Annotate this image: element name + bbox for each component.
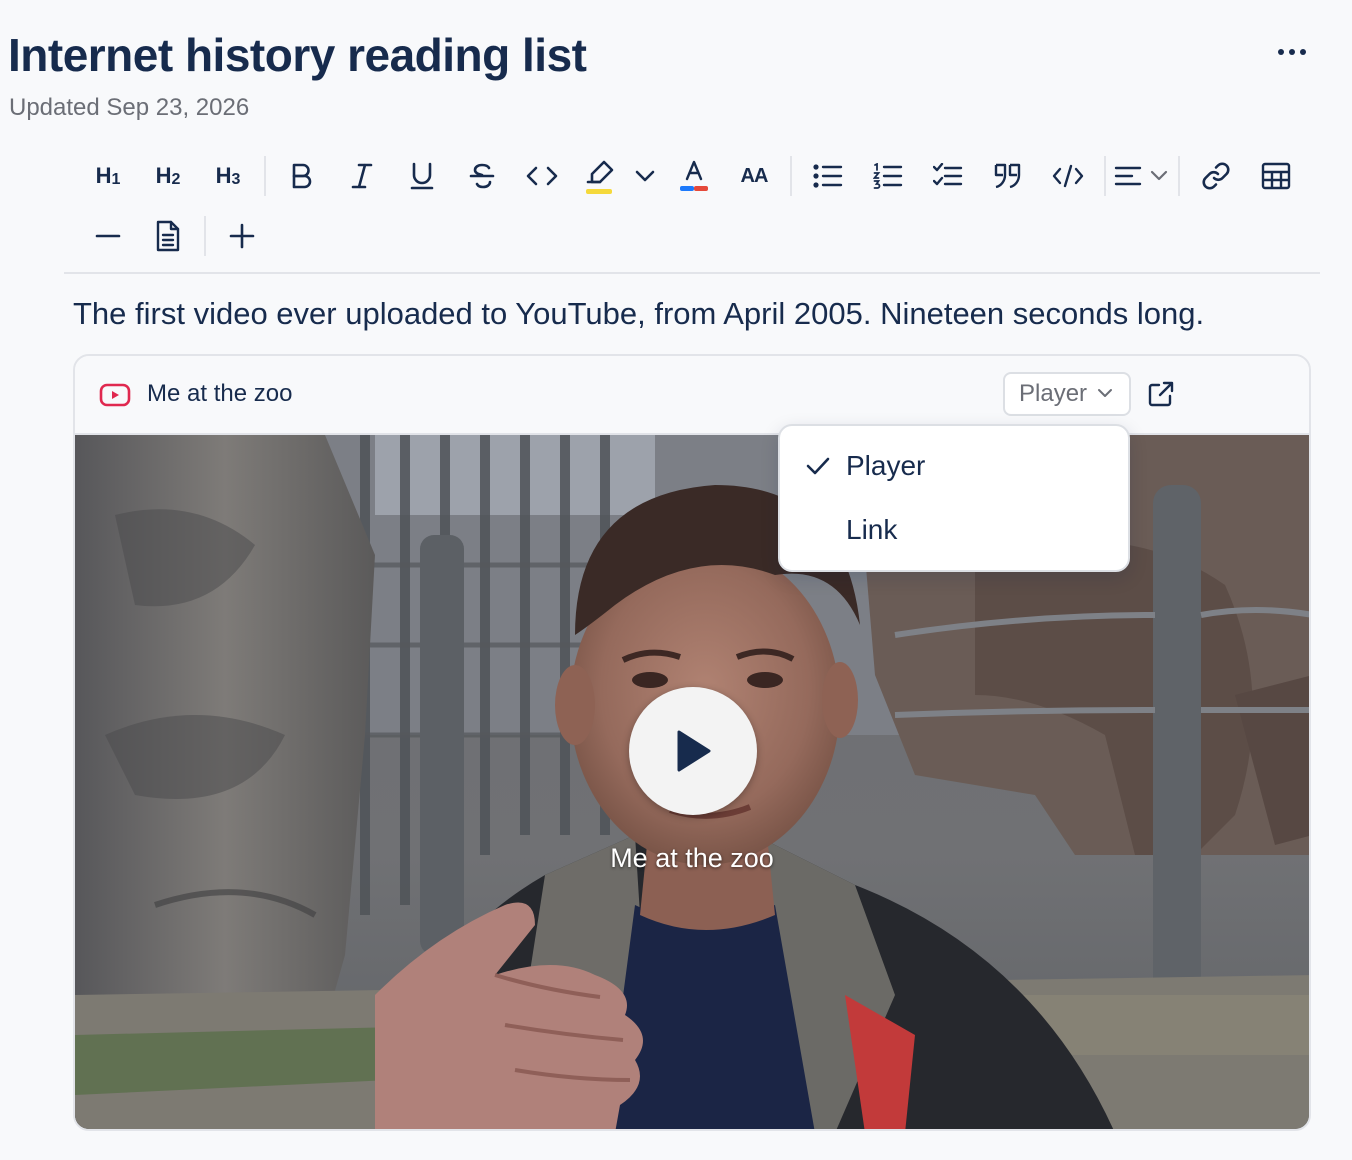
play-button[interactable] xyxy=(629,687,757,815)
text-color-icon xyxy=(680,160,708,191)
document-icon xyxy=(156,220,180,252)
align-left-icon xyxy=(1114,166,1142,186)
task-list-button[interactable] xyxy=(924,152,972,200)
display-mode-value: Player xyxy=(1019,380,1088,407)
minus-icon xyxy=(95,234,121,238)
plus-icon xyxy=(229,223,255,249)
toolbar-divider xyxy=(264,156,266,196)
text-color-button[interactable] xyxy=(670,152,718,200)
heading-1-button[interactable]: H1 xyxy=(84,152,132,200)
video-title-overlay: Me at the zoo xyxy=(610,843,774,873)
editor-toolbar: H1 H2 H3 AA xyxy=(64,146,1320,274)
page-updated-date: Updated Sep 23, 2026 xyxy=(9,94,250,121)
menu-option-label: Link xyxy=(846,514,898,545)
table-icon xyxy=(1261,162,1291,190)
toolbar-divider xyxy=(204,216,206,256)
chevron-down-icon xyxy=(1098,389,1112,397)
text-size-icon: AA xyxy=(740,164,769,187)
heading-3-letter: H xyxy=(215,163,232,188)
horizontal-rule-button[interactable] xyxy=(84,212,132,260)
text-align-dropdown[interactable] xyxy=(1108,152,1174,200)
italic-icon xyxy=(351,163,373,189)
toolbar-divider xyxy=(790,156,792,196)
strikethrough-button[interactable] xyxy=(458,152,506,200)
bold-icon xyxy=(292,163,312,189)
youtube-icon xyxy=(99,383,131,407)
check-icon xyxy=(806,457,830,475)
toolbar-divider xyxy=(1178,156,1180,196)
strikethrough-icon xyxy=(469,163,495,189)
more-horizontal-icon xyxy=(1278,49,1306,55)
embed-header: Me at the zoo Player xyxy=(75,356,1309,435)
numbered-list-button[interactable] xyxy=(864,152,912,200)
menu-option-link[interactable]: Link xyxy=(780,504,1128,560)
play-icon xyxy=(677,730,711,772)
heading-2-number: 2 xyxy=(171,171,181,188)
quote-icon xyxy=(994,163,1021,189)
numbered-list-icon xyxy=(873,163,903,189)
underline-button[interactable] xyxy=(398,152,446,200)
code-block-button[interactable] xyxy=(1044,152,1092,200)
heading-3-icon: H3 xyxy=(216,163,241,189)
highlight-button[interactable] xyxy=(576,152,624,200)
heading-1-letter: H xyxy=(95,163,112,188)
toolbar-divider xyxy=(1104,156,1106,196)
open-external-button[interactable] xyxy=(1143,376,1179,412)
chevron-down-icon xyxy=(1150,170,1168,181)
insert-link-button[interactable] xyxy=(1192,152,1240,200)
heading-2-icon: H2 xyxy=(156,163,181,189)
heading-2-letter: H xyxy=(155,163,172,188)
code-icon xyxy=(526,166,558,186)
paragraph-text[interactable]: The first video ever uploaded to YouTube… xyxy=(73,296,1204,332)
heading-3-button[interactable]: H3 xyxy=(204,152,252,200)
blockquote-button[interactable] xyxy=(984,152,1032,200)
bullet-list-button[interactable] xyxy=(804,152,852,200)
link-icon xyxy=(1202,162,1230,190)
heading-1-number: 1 xyxy=(111,171,121,188)
heading-2-button[interactable]: H2 xyxy=(144,152,192,200)
insert-table-button[interactable] xyxy=(1252,152,1300,200)
menu-option-player[interactable]: Player xyxy=(780,440,1128,496)
inline-code-button[interactable] xyxy=(518,152,566,200)
italic-button[interactable] xyxy=(338,152,386,200)
highlighter-icon xyxy=(586,160,614,194)
heading-1-icon: H1 xyxy=(96,163,121,189)
bold-button[interactable] xyxy=(278,152,326,200)
underline-icon xyxy=(410,162,434,190)
heading-3-number: 3 xyxy=(231,171,241,188)
display-mode-menu: Player Link xyxy=(778,424,1130,572)
menu-option-label: Player xyxy=(846,450,926,481)
insert-more-button[interactable] xyxy=(218,212,266,260)
highlight-color-dropdown[interactable] xyxy=(622,152,668,200)
code-block-icon xyxy=(1052,164,1084,188)
display-mode-select[interactable]: Player xyxy=(1003,372,1131,416)
checklist-icon xyxy=(933,163,963,186)
insert-page-button[interactable] xyxy=(144,212,192,260)
bullet-list-icon xyxy=(813,164,843,188)
more-options-button[interactable] xyxy=(1270,34,1314,70)
page-title: Internet history reading list xyxy=(8,29,587,81)
external-link-icon xyxy=(1148,381,1174,407)
chevron-down-icon xyxy=(635,170,655,182)
embed-title[interactable]: Me at the zoo xyxy=(147,380,292,408)
text-size-button[interactable]: AA xyxy=(730,152,778,200)
